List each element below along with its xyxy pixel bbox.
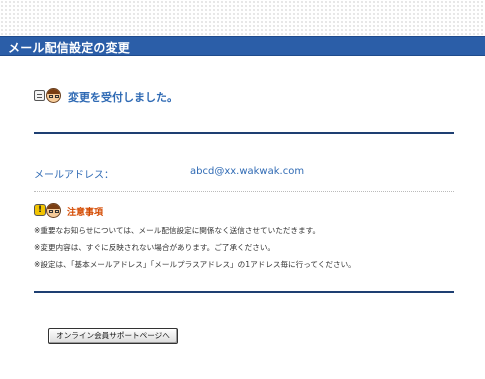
- email-row: メールアドレス： abcd@xx.wakwak.com: [34, 165, 454, 192]
- divider-bottom: [34, 291, 454, 293]
- memo-face-icon: [34, 88, 64, 104]
- warning-face-icon: !: [34, 203, 64, 219]
- email-label: メールアドレス：: [34, 170, 114, 181]
- notice-line: ※設定は、「基本メールアドレス」「メールプラスアドレス」の1アドレス毎に行ってく…: [34, 260, 356, 269]
- notice-line: ※変更内容は、すぐに反映されない場合があります。ご了承ください。: [34, 243, 276, 252]
- main-content: 変更を受付しました。 メールアドレス： abcd@xx.wakwak.com !…: [0, 56, 485, 379]
- notice-line: ※重要なお知らせについては、メール配信設定に関係なく送信させていただきます。: [34, 226, 321, 235]
- support-page-button[interactable]: オンライン会員サポートページへ: [48, 328, 178, 344]
- page-title: メール配信設定の変更: [8, 41, 131, 55]
- divider-top: [34, 132, 454, 134]
- notice-title: 注意事項: [67, 208, 104, 218]
- email-value: abcd@xx.wakwak.com: [190, 166, 305, 177]
- confirmation-text: 変更を受付しました。: [68, 91, 178, 104]
- page-header: メール配信設定の変更: [0, 36, 485, 56]
